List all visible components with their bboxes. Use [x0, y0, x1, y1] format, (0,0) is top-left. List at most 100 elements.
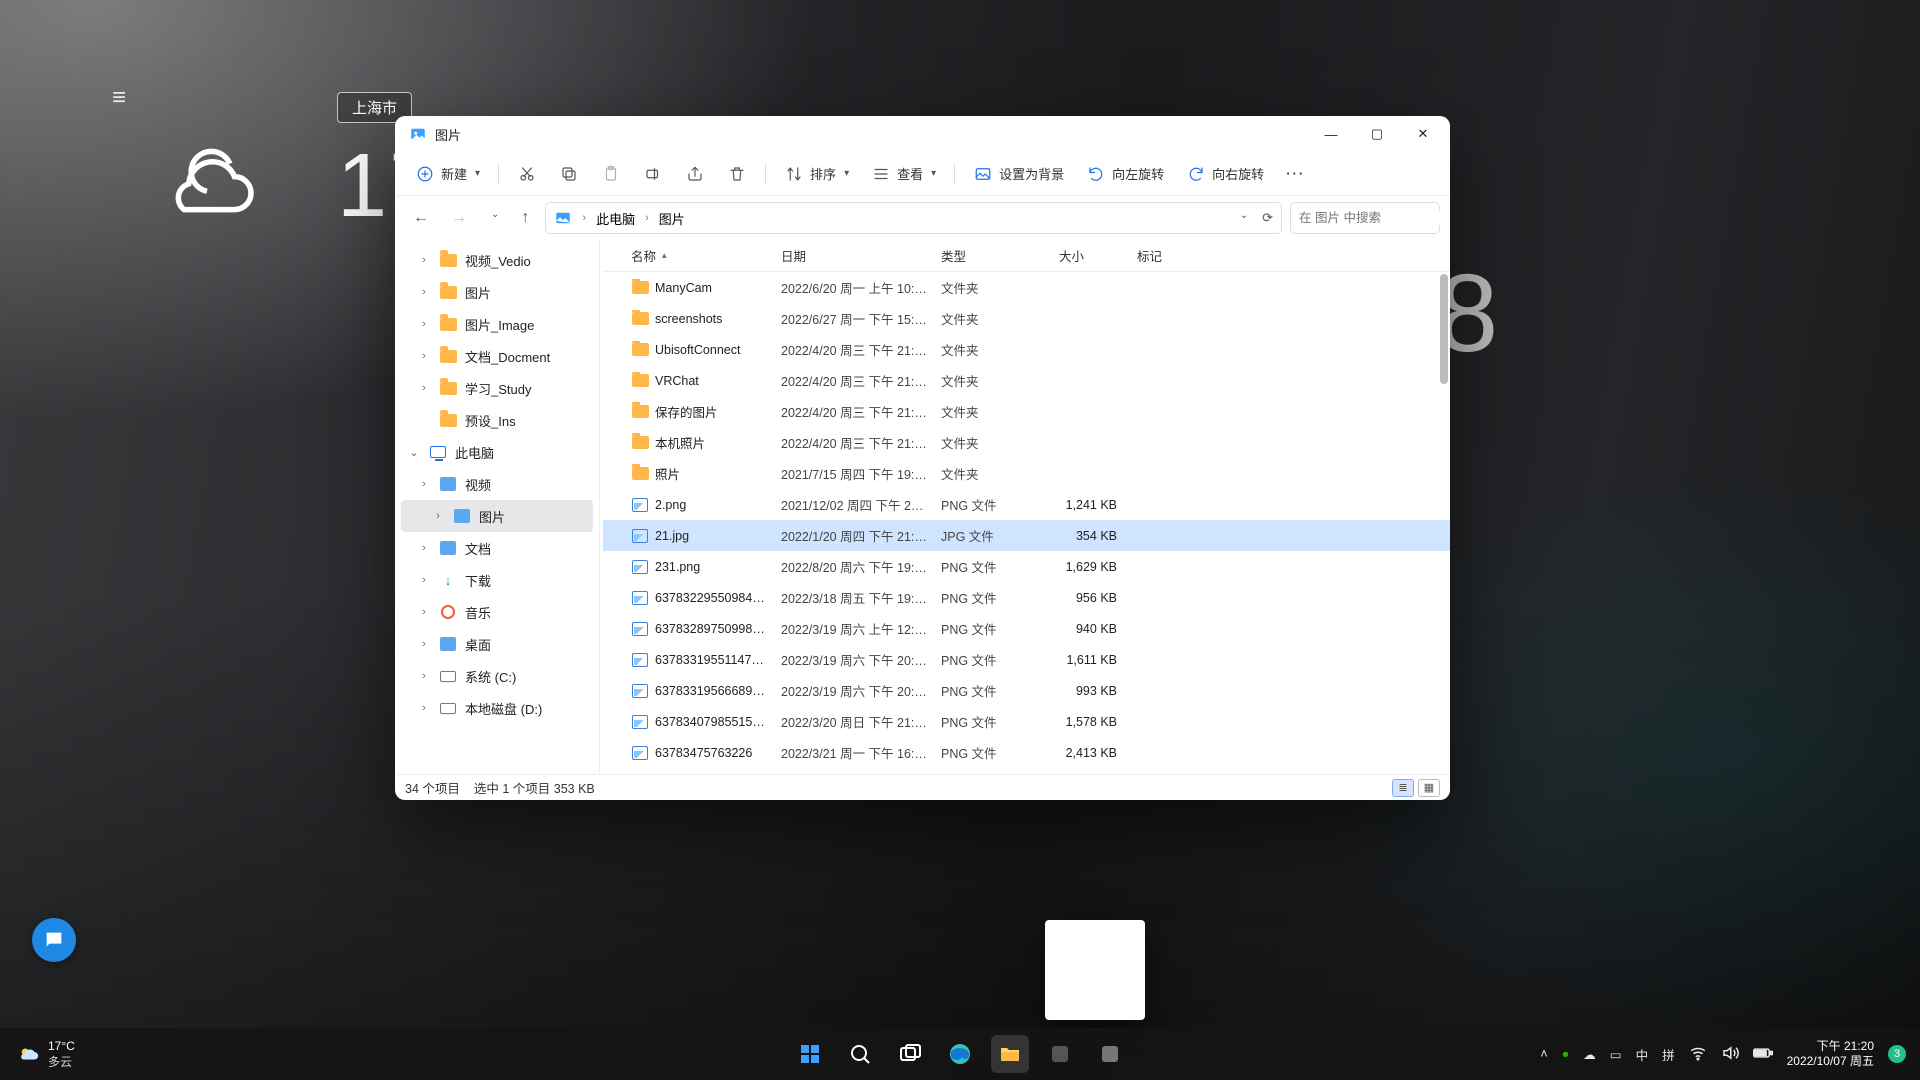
breadcrumb-root[interactable]: 此电脑	[596, 209, 635, 228]
titlebar[interactable]: 图片 ― ▢ ✕	[395, 116, 1450, 152]
tree-item[interactable]: 预设_Ins	[395, 404, 599, 436]
notification-badge[interactable]: 3	[1888, 1045, 1906, 1063]
file-date: 2022/3/19 周六 下午 20:…	[781, 650, 941, 669]
file-row[interactable]: 2.png2021/12/02 周四 下午 2…PNG 文件1,241 KB	[603, 489, 1450, 520]
more-button[interactable]: ···	[1276, 160, 1315, 187]
start-button[interactable]	[791, 1035, 829, 1073]
file-row[interactable]: 637834757632262022/3/21 周一 下午 16:…PNG 文件…	[603, 737, 1450, 768]
hamburger-icon[interactable]: ≡	[112, 84, 126, 112]
ime-mode-icon[interactable]: 拼	[1662, 1045, 1675, 1064]
taskbar[interactable]: 17°C 多云 ˄ ● ☁ ▭ 中 拼 下午 21:20 2022/10/07 …	[0, 1028, 1920, 1080]
file-row[interactable]: screenshots2022/6/27 周一 下午 15:…文件夹	[603, 303, 1450, 334]
file-explorer-icon[interactable]	[991, 1035, 1029, 1073]
maximize-button[interactable]: ▢	[1354, 116, 1400, 152]
file-row[interactable]: 63783319566689…2022/3/19 周六 下午 20:…PNG 文…	[603, 675, 1450, 706]
scrollbar[interactable]	[1440, 274, 1448, 772]
file-list[interactable]: ManyCam2022/6/20 周一 上午 10:…文件夹screenshot…	[603, 272, 1450, 774]
close-button[interactable]: ✕	[1400, 116, 1446, 152]
file-row[interactable]: 21.jpg2022/1/20 周四 下午 21:…JPG 文件354 KB	[603, 520, 1450, 551]
wifi-icon[interactable]	[1689, 1044, 1707, 1065]
search-input[interactable]	[1299, 211, 1450, 225]
tree-item[interactable]: ›系统 (C:)	[395, 660, 599, 692]
file-date: 2021/12/02 周四 下午 2…	[781, 495, 941, 514]
view-button[interactable]: 查看▾	[861, 158, 946, 190]
tree-item[interactable]: ›↓下载	[395, 564, 599, 596]
share-button[interactable]	[675, 158, 715, 190]
tree-item[interactable]: ›图片	[401, 500, 593, 532]
taskbar-weather[interactable]: 17°C 多云	[0, 1039, 75, 1070]
tree-label: 文档	[465, 539, 491, 558]
nav-forward-icon[interactable]: →	[451, 209, 467, 227]
file-row[interactable]: 63783289750998…2022/3/19 周六 上午 12:…PNG 文…	[603, 613, 1450, 644]
file-row[interactable]: 63783229550984…2022/3/18 周五 下午 19:…PNG 文…	[603, 582, 1450, 613]
tray-app-icon[interactable]: ▭	[1610, 1047, 1622, 1062]
library-icon	[453, 507, 471, 525]
file-row[interactable]: ManyCam2022/6/20 周一 上午 10:…文件夹	[603, 272, 1450, 303]
file-row[interactable]: 63783407985515…2022/3/20 周日 下午 21:…PNG 文…	[603, 706, 1450, 737]
tree-label: 图片	[465, 283, 491, 302]
tree-item[interactable]: ›文档_Docment	[395, 340, 599, 372]
delete-button[interactable]	[717, 158, 757, 190]
ime-lang-icon[interactable]: 中	[1636, 1045, 1649, 1064]
refresh-icon[interactable]: ⟳	[1262, 210, 1273, 226]
rotate-left-button[interactable]: 向左旋转	[1076, 158, 1174, 190]
taskbar-search-icon[interactable]	[841, 1035, 879, 1073]
taskbar-clock[interactable]: 下午 21:20 2022/10/07 周五	[1787, 1039, 1874, 1069]
edge-icon[interactable]	[941, 1035, 979, 1073]
tree-item[interactable]: ⌄此电脑	[395, 436, 599, 468]
onedrive-tray-icon[interactable]: ☁	[1583, 1047, 1596, 1062]
file-row[interactable]: 保存的图片2022/4/20 周三 下午 21:…文件夹	[603, 396, 1450, 427]
column-headers[interactable]: 名称▴ 日期 类型 大小 标记	[603, 240, 1450, 272]
app-icon-2[interactable]	[1091, 1035, 1129, 1073]
minimize-button[interactable]: ―	[1308, 116, 1354, 152]
file-date: 2022/8/20 周六 下午 19:…	[781, 557, 941, 576]
tray-chevron-icon[interactable]: ˄	[1540, 1047, 1547, 1061]
nav-recent-icon[interactable]: ⌄	[491, 209, 499, 227]
tree-item[interactable]: › 文档	[395, 532, 599, 564]
file-row[interactable]: 231.png2022/8/20 周六 下午 19:…PNG 文件1,629 K…	[603, 551, 1450, 582]
sort-button[interactable]: 排序▾	[774, 158, 859, 190]
wechat-tray-icon[interactable]: ●	[1562, 1047, 1570, 1061]
tree-item[interactable]: ›图片_Image	[395, 308, 599, 340]
col-type: 类型	[941, 246, 1059, 265]
tree-item[interactable]: ›学习_Study	[395, 372, 599, 404]
nav-up-icon[interactable]: ↑	[521, 209, 529, 227]
paste-button[interactable]	[591, 158, 631, 190]
set-background-button[interactable]: 设置为背景	[963, 158, 1074, 190]
copy-button[interactable]	[549, 158, 589, 190]
disk-icon	[439, 699, 457, 717]
file-row[interactable]: 照片2021/7/15 周四 下午 19:…文件夹	[603, 458, 1450, 489]
thumbnails-view-button[interactable]: ▦	[1418, 779, 1440, 797]
tree-item[interactable]: ›桌面	[395, 628, 599, 660]
address-dropdown-icon[interactable]: ⌄	[1240, 210, 1248, 226]
rename-button[interactable]	[633, 158, 673, 190]
taskbar-thumbnail[interactable]	[1045, 920, 1145, 1020]
file-row[interactable]: 本机照片2022/4/20 周三 下午 21:…文件夹	[603, 427, 1450, 458]
task-view-icon[interactable]	[891, 1035, 929, 1073]
cut-button[interactable]	[507, 158, 547, 190]
tree-item[interactable]: ›图片	[395, 276, 599, 308]
file-row[interactable]: UbisoftConnect2022/4/20 周三 下午 21:…文件夹	[603, 334, 1450, 365]
battery-icon[interactable]	[1753, 1044, 1773, 1065]
breadcrumb-leaf[interactable]: 图片	[659, 209, 685, 228]
system-tray[interactable]: ˄ ● ☁ ▭ 中 拼 下午 21:20 2022/10/07 周五 3	[1540, 1039, 1920, 1069]
file-row[interactable]: VRChat2022/4/20 周三 下午 21:…文件夹	[603, 365, 1450, 396]
chevron-icon: ›	[417, 542, 431, 554]
details-view-button[interactable]: ≣	[1392, 779, 1414, 797]
app-icon-1[interactable]	[1041, 1035, 1079, 1073]
nav-back-icon[interactable]: ←	[413, 209, 429, 227]
tree-item[interactable]: ›音乐	[395, 596, 599, 628]
tree-item[interactable]: ›视频	[395, 468, 599, 500]
search-box[interactable]: 🔍	[1290, 202, 1440, 234]
volume-icon[interactable]	[1721, 1044, 1739, 1065]
tree-item[interactable]: ›本地磁盘 (D:)	[395, 692, 599, 724]
address-bar[interactable]: › 此电脑 › 图片 ⌄ ⟳	[545, 202, 1282, 234]
chat-bubble-icon[interactable]	[32, 918, 76, 962]
tree-item[interactable]: ›视频_Vedio	[395, 244, 599, 276]
file-row[interactable]: 63783319551147…2022/3/19 周六 下午 20:…PNG 文…	[603, 644, 1450, 675]
nav-tree[interactable]: ›视频_Vedio›图片›图片_Image›文档_Docment›学习_Stud…	[395, 240, 600, 774]
file-name: 63783319566689…	[655, 684, 765, 698]
file-type: PNG 文件	[941, 650, 1059, 669]
rotate-right-button[interactable]: 向右旋转	[1176, 158, 1274, 190]
new-button[interactable]: 新建▾	[405, 158, 490, 190]
